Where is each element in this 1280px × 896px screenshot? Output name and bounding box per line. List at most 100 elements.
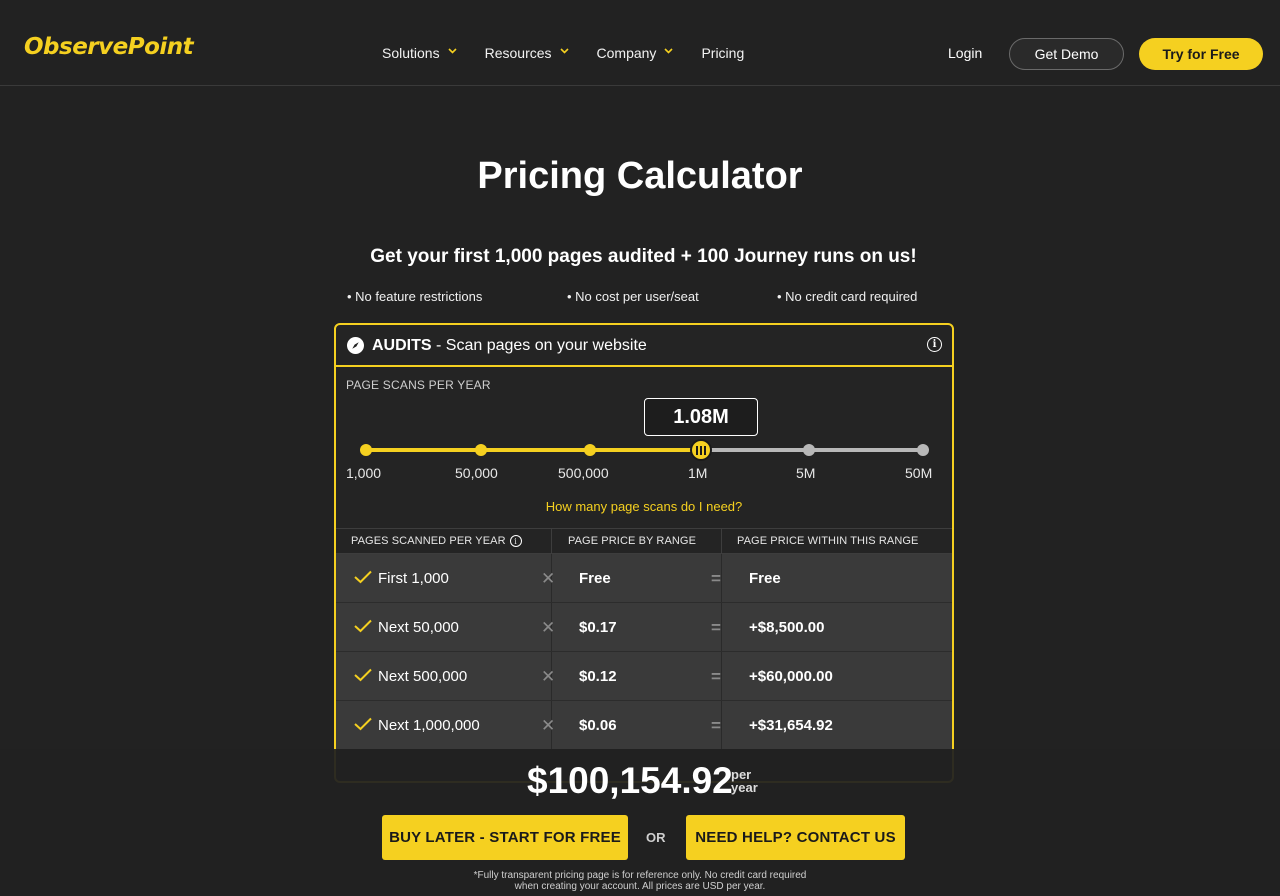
page-title: Pricing Calculator [477, 155, 803, 197]
subtotal-cell: = Free [711, 554, 952, 602]
pricing-table-header: PAGES SCANNED PER YEAR i PAGE PRICE BY R… [336, 528, 952, 554]
nav-solutions[interactable]: Solutions [382, 44, 457, 62]
tick-label: 50M [905, 465, 933, 481]
multiply-icon: ✕ [541, 618, 556, 637]
nav-pricing-label: Pricing [701, 45, 745, 61]
equals-icon: = [711, 716, 721, 735]
price-value: Free [579, 569, 611, 587]
subtotal-cell: = +$8,500.00 [711, 603, 952, 651]
bullet-no-credit-card: • No credit card required [777, 289, 918, 304]
total-price-bar: $100,154.92 per year BUY LATER - START F… [0, 749, 1280, 896]
check-icon [354, 717, 372, 731]
buy-later-button[interactable]: BUY LATER - START FOR FREE [382, 815, 628, 860]
slider-stop-50000[interactable] [475, 444, 487, 456]
subtotal-cell: = +$60,000.00 [711, 652, 952, 700]
table-row: Next 50,000 ✕ $0.17 = +$8,500.00 [336, 603, 952, 652]
chevron-down-icon [559, 43, 569, 61]
page-scans-slider[interactable] [336, 435, 952, 475]
subtotal-value: +$8,500.00 [749, 618, 825, 636]
nav-resources-label: Resources [484, 45, 552, 61]
or-separator: OR [646, 830, 666, 845]
get-demo-button[interactable]: Get Demo [1009, 38, 1124, 70]
range-label: Next 50,000 [378, 618, 459, 636]
nav-company-label: Company [596, 45, 657, 61]
price-cell: ✕ Free [541, 554, 722, 602]
chevron-down-icon [664, 43, 674, 61]
range-cell: Next 50,000 [336, 603, 552, 651]
column-header: PAGE PRICE WITHIN THIS RANGE [737, 535, 919, 547]
tick-label: 5M [796, 465, 816, 481]
tick-label: 1M [688, 465, 708, 481]
disclaimer-line: *Fully transparent pricing page is for r… [473, 870, 807, 881]
observepoint-logo[interactable]: ObservePoint [24, 36, 194, 59]
equals-icon: = [711, 569, 721, 588]
login-link[interactable]: Login [948, 44, 982, 62]
multiply-icon: ✕ [541, 716, 556, 735]
subtotal-value: +$60,000.00 [749, 667, 833, 685]
range-label: First 1,000 [378, 569, 449, 587]
per-year-label: per year [731, 768, 758, 794]
tick-label: 50,000 [455, 465, 498, 481]
total-price: $100,154.92 [527, 760, 733, 801]
audits-title-rest: - Scan pages on your website [431, 337, 647, 354]
slider-handle[interactable] [690, 439, 712, 461]
multiply-icon: ✕ [541, 667, 556, 686]
table-row: Next 500,000 ✕ $0.12 = +$60,000.00 [336, 652, 952, 701]
bullet-no-feature-restrictions: • No feature restrictions [347, 289, 483, 304]
subtotal-cell: = +$31,654.92 [711, 701, 952, 749]
price-cell: ✕ $0.17 [541, 603, 722, 651]
page-scans-label: PAGE SCANS PER YEAR [346, 378, 491, 392]
tick-label: 500,000 [558, 465, 609, 481]
nav-solutions-label: Solutions [382, 45, 440, 61]
slider-stop-1000[interactable] [360, 444, 372, 456]
main-nav: Solutions Resources Company Pricing [382, 44, 772, 62]
subtotal-value: +$31,654.92 [749, 716, 833, 734]
nav-pricing[interactable]: Pricing [701, 44, 744, 62]
nav-resources[interactable]: Resources [485, 44, 569, 62]
nav-company[interactable]: Company [597, 44, 674, 62]
column-header-label: PAGES SCANNED PER YEAR [351, 535, 506, 547]
subtotal-value: Free [749, 569, 781, 587]
year-label: year [731, 780, 758, 795]
column-header: PAGE PRICE BY RANGE [552, 529, 722, 553]
range-cell: Next 500,000 [336, 652, 552, 700]
audits-card: AUDITS - Scan pages on your website i PA… [334, 323, 954, 783]
page-scans-help-link[interactable]: How many page scans do I need? [336, 499, 952, 514]
pricing-table: PAGES SCANNED PER YEAR i PAGE PRICE BY R… [336, 528, 952, 750]
price-value: $0.17 [579, 618, 617, 636]
chevron-down-icon [448, 43, 457, 61]
slider-stop-500000[interactable] [584, 444, 596, 456]
audits-title: AUDITS - Scan pages on your website [372, 336, 647, 356]
column-header: PAGES SCANNED PER YEAR i [336, 529, 552, 553]
audits-card-header: AUDITS - Scan pages on your website i [336, 325, 952, 367]
disclaimer-line: when creating your account. All prices a… [514, 881, 766, 892]
info-icon[interactable]: i [927, 337, 942, 352]
range-cell: First 1,000 [336, 554, 552, 602]
info-icon[interactable]: i [509, 535, 522, 547]
check-icon [354, 570, 372, 584]
site-header: ObservePoint Solutions Resources Company… [0, 0, 1280, 86]
try-for-free-button[interactable]: Try for Free [1139, 38, 1263, 70]
slider-stop-50m[interactable] [917, 444, 929, 456]
promo-headline: Get your first 1,000 pages audited + 100… [370, 246, 917, 267]
tick-label: 1,000 [346, 465, 382, 481]
table-row: First 1,000 ✕ Free = Free [336, 554, 952, 603]
price-value: $0.12 [579, 667, 617, 685]
price-value: $0.06 [579, 716, 617, 734]
selected-value-display: 1.08M [644, 398, 758, 436]
equals-icon: = [711, 618, 721, 637]
range-label: Next 500,000 [378, 667, 468, 685]
check-icon [354, 619, 372, 633]
range-label: Next 1,000,000 [378, 716, 480, 734]
range-cell: Next 1,000,000 [336, 701, 552, 749]
price-cell: ✕ $0.12 [541, 652, 722, 700]
equals-icon: = [711, 667, 721, 686]
price-cell: ✕ $0.06 [541, 701, 722, 749]
slider-stop-5m[interactable] [803, 444, 815, 456]
pricing-disclaimer: *Fully transparent pricing page is for r… [440, 870, 840, 892]
check-icon [354, 668, 372, 682]
compass-icon [347, 337, 364, 354]
bullet-no-cost-per-user: • No cost per user/seat [567, 289, 699, 304]
contact-us-button[interactable]: NEED HELP? CONTACT US [686, 815, 905, 860]
slider-track-filled [366, 448, 701, 452]
